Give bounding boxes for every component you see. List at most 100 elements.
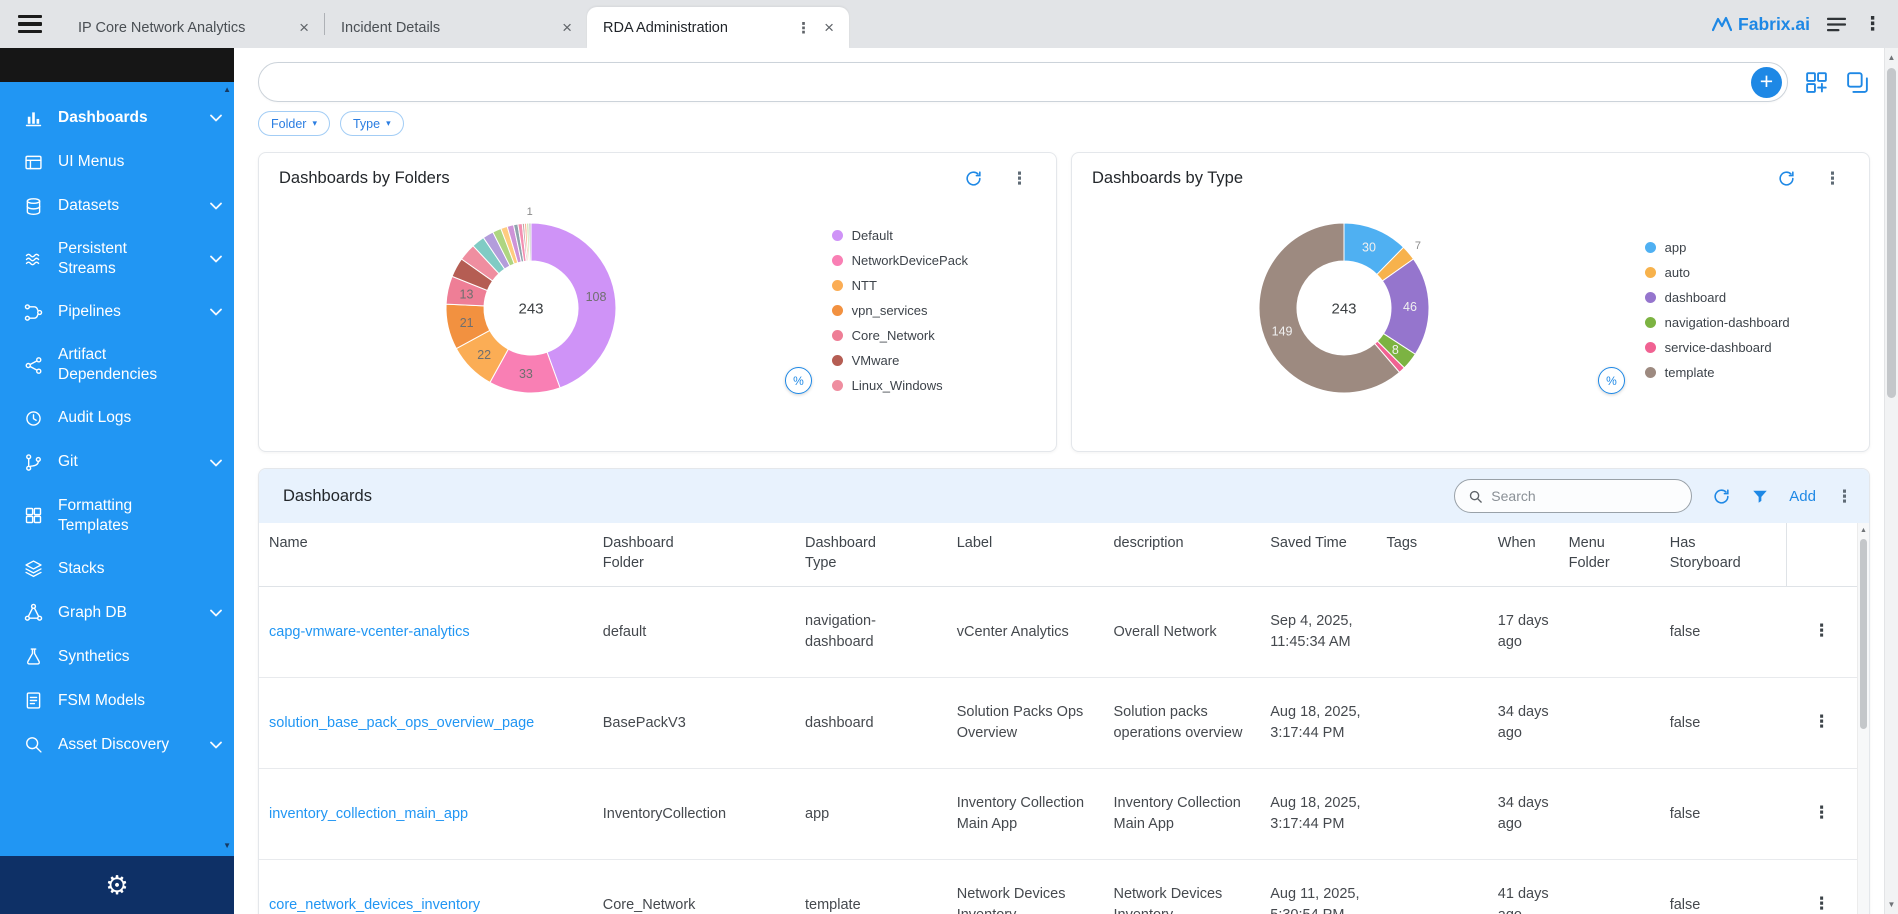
add-button[interactable]: + — [1751, 67, 1782, 98]
sidebar-item-audit-logs[interactable]: Audit Logs — [0, 397, 234, 441]
refresh-icon[interactable] — [964, 169, 983, 188]
percent-toggle[interactable]: % — [1598, 367, 1625, 394]
sidebar-item-datasets[interactable]: Datasets — [0, 184, 234, 228]
kebab-icon[interactable]: ⋮ — [1863, 13, 1882, 36]
column-header-has-storyboard[interactable]: Has Storyboard — [1660, 523, 1786, 587]
dashboard-link[interactable]: capg-vmware-vcenter-analytics — [269, 624, 470, 640]
legend-dot — [832, 330, 843, 341]
sidebar-item-pipelines[interactable]: Pipelines — [0, 290, 234, 334]
table-row: solution_base_pack_ops_overview_pageBase… — [259, 678, 1857, 769]
column-header-dashboard-folder[interactable]: Dashboard Folder — [593, 523, 795, 587]
column-header-label: Label — [957, 534, 992, 554]
column-header-tags[interactable]: Tags — [1377, 523, 1488, 587]
filter-icon[interactable] — [1751, 487, 1769, 505]
cell-has-storyboard: false — [1660, 769, 1786, 860]
column-header-dashboard-type[interactable]: Dashboard Type — [795, 523, 947, 587]
omni-search-input[interactable] — [277, 74, 1751, 91]
kebab-icon[interactable]: ⋮ — [1011, 170, 1028, 187]
tab-close-icon[interactable]: × — [294, 19, 314, 36]
percent-toggle[interactable]: % — [785, 367, 812, 394]
hamburger-menu-icon[interactable] — [0, 0, 54, 48]
page-scrollbar[interactable]: ▲ ▼ — [1884, 48, 1898, 914]
column-header-menu-folder[interactable]: Menu Folder — [1559, 523, 1660, 587]
scroll-down-icon[interactable]: ▼ — [223, 841, 231, 850]
chart-cards: Dashboards by Folders⋮108332221131243Def… — [258, 152, 1870, 452]
scroll-down-icon[interactable]: ▼ — [1885, 900, 1898, 909]
legend-label: service-dashboard — [1665, 340, 1772, 355]
layout-switch-icon[interactable] — [1845, 70, 1870, 95]
legend-item-core-network[interactable]: Core_Network — [832, 328, 1036, 343]
refresh-icon[interactable] — [1777, 169, 1796, 188]
dashboard-link[interactable]: solution_base_pack_ops_overview_page — [269, 715, 534, 731]
row-actions-icon[interactable]: ⋮ — [1813, 621, 1830, 640]
scrollbar-thumb[interactable] — [1887, 68, 1896, 398]
column-header-name[interactable]: Name — [259, 523, 593, 587]
row-actions-icon[interactable]: ⋮ — [1813, 803, 1830, 822]
filter-chip-type[interactable]: Type▾ — [340, 111, 404, 136]
cell-menu-folder — [1559, 678, 1660, 769]
scroll-up-icon[interactable]: ▲ — [1885, 53, 1898, 62]
tab-ip-core-network-analytics[interactable]: IP Core Network Analytics× — [62, 7, 324, 48]
column-header-label[interactable]: Label — [947, 523, 1104, 587]
kebab-icon[interactable]: ⋮ — [1836, 488, 1853, 505]
tab-rda-administration[interactable]: RDA Administration⋮× — [587, 7, 849, 48]
row-actions-icon[interactable]: ⋮ — [1813, 712, 1830, 731]
sidebar-item-dashboards[interactable]: Dashboards — [0, 96, 234, 140]
menu-lines-icon[interactable] — [1827, 17, 1846, 32]
legend-item-dashboard[interactable]: dashboard — [1645, 290, 1849, 305]
sidebar-item-formatting-templates[interactable]: Formatting Templates — [0, 485, 234, 547]
column-header-label: Name — [269, 534, 308, 554]
tab-close-icon[interactable]: × — [819, 19, 839, 36]
grid-add-icon[interactable] — [1803, 70, 1830, 95]
scroll-up-icon[interactable]: ▲ — [223, 85, 231, 94]
legend-item-vpn-services[interactable]: vpn_services — [832, 303, 1036, 318]
add-link[interactable]: Add — [1789, 488, 1816, 505]
history-icon — [22, 408, 44, 430]
sidebar-item-artifact-dependencies[interactable]: Artifact Dependencies — [0, 334, 234, 396]
svg-text:7: 7 — [1415, 240, 1421, 252]
filter-chip-folder[interactable]: Folder▾ — [258, 111, 330, 136]
tab-kebab-icon[interactable]: ⋮ — [796, 19, 811, 37]
sidebar-item-synthetics[interactable]: Synthetics — [0, 635, 234, 679]
kebab-icon[interactable]: ⋮ — [1824, 170, 1841, 187]
sidebar-item-ui-menus[interactable]: UI Menus — [0, 140, 234, 184]
legend-item-vmware[interactable]: VMware — [832, 353, 1036, 368]
dashboard-link[interactable]: inventory_collection_main_app — [269, 806, 468, 822]
legend-dot — [1645, 242, 1656, 253]
table-scrollbar[interactable]: ▲ — [1857, 523, 1869, 914]
column-header-saved-time[interactable]: Saved Time — [1260, 523, 1376, 587]
column-header-when[interactable]: When — [1488, 523, 1559, 587]
dashboard-link[interactable]: core_network_devices_inventory — [269, 897, 480, 913]
gear-icon[interactable]: ⚙ — [105, 872, 128, 898]
legend-item-navigation-dashboard[interactable]: navigation-dashboard — [1645, 315, 1849, 330]
legend-item-default[interactable]: Default — [832, 228, 1036, 243]
ui-menus-icon — [22, 151, 44, 173]
brand-logo[interactable]: Fabrix.ai — [1712, 14, 1810, 35]
row-actions-icon[interactable]: ⋮ — [1813, 894, 1830, 913]
chart-title: Dashboards by Folders — [279, 169, 450, 188]
legend-item-service-dashboard[interactable]: service-dashboard — [1645, 340, 1849, 355]
legend-item-linux-windows[interactable]: Linux_Windows — [832, 378, 1036, 393]
scrollbar-thumb[interactable] — [1860, 539, 1867, 729]
scroll-up-icon[interactable]: ▲ — [1858, 527, 1869, 534]
sidebar-item-persistent-streams[interactable]: Persistent Streams — [0, 228, 234, 290]
sidebar-item-asset-discovery[interactable]: Asset Discovery — [0, 723, 234, 767]
tab-close-icon[interactable]: × — [557, 19, 577, 36]
legend-item-ntt[interactable]: NTT — [832, 278, 1036, 293]
sidebar-item-fsm-models[interactable]: FSM Models — [0, 679, 234, 723]
legend-item-auto[interactable]: auto — [1645, 265, 1849, 280]
flask-icon — [22, 646, 44, 668]
sidebar-item-git[interactable]: Git — [0, 441, 234, 485]
sidebar-item-stacks[interactable]: Stacks — [0, 547, 234, 591]
refresh-icon[interactable] — [1712, 487, 1731, 506]
tab-incident-details[interactable]: Incident Details× — [325, 7, 587, 48]
topbar: IP Core Network Analytics×Incident Detai… — [0, 0, 1898, 48]
legend-item-template[interactable]: template — [1645, 365, 1849, 380]
table-search-input[interactable] — [1491, 488, 1678, 504]
legend-item-app[interactable]: app — [1645, 240, 1849, 255]
sidebar-item-graph-db[interactable]: Graph DB — [0, 591, 234, 635]
legend-item-networkdevicepack[interactable]: NetworkDevicePack — [832, 253, 1036, 268]
legend-label: vpn_services — [852, 303, 928, 318]
column-header-description[interactable]: description — [1103, 523, 1260, 587]
cell-dashboard-type: dashboard — [795, 678, 947, 769]
